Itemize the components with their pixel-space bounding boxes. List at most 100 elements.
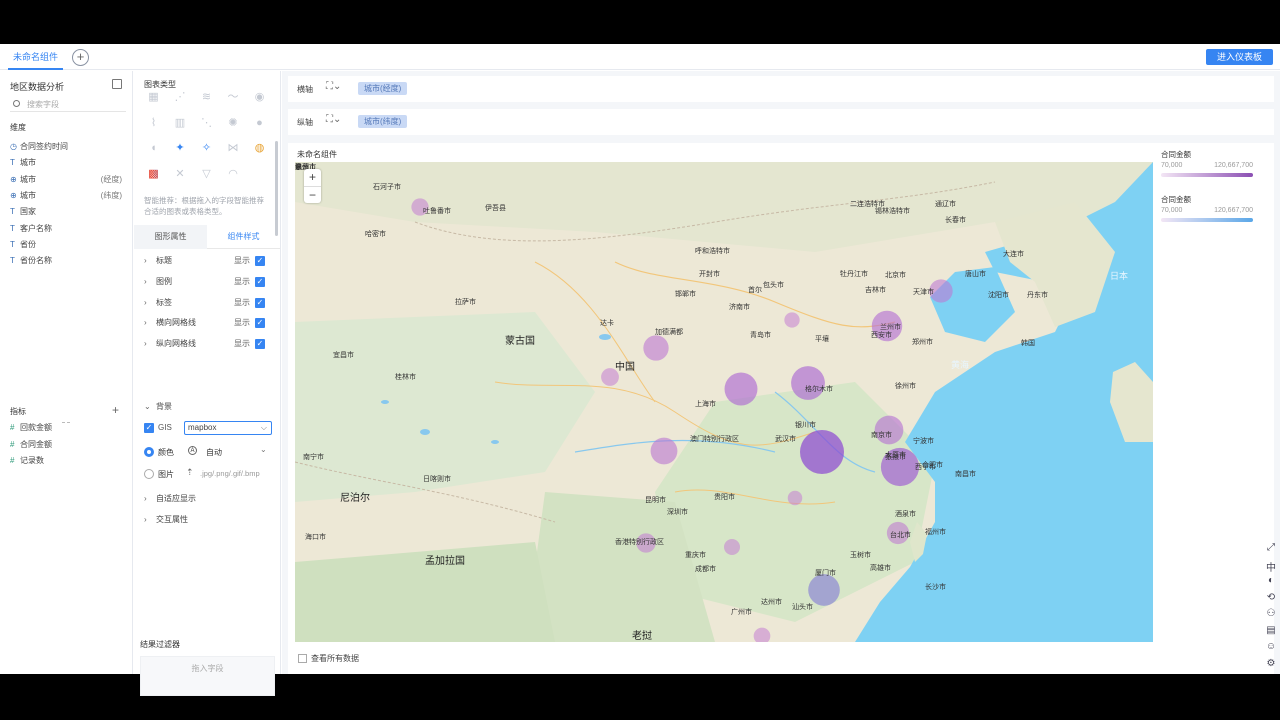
field-search[interactable]: 搜索字段 [10, 97, 126, 112]
rose-chart-icon[interactable]: ◖ [147, 142, 160, 155]
city-bubble[interactable] [650, 437, 678, 465]
tab-shape-props[interactable]: 图形属性 [134, 225, 207, 249]
heat-map-icon[interactable]: ◍ [253, 142, 266, 155]
city-bubble[interactable] [800, 430, 844, 474]
language-icon[interactable]: 中 [1265, 559, 1277, 574]
gauge-chart-icon[interactable]: ◠ [227, 168, 240, 181]
prop-checkbox[interactable]: ✓ [255, 256, 265, 266]
copy-icon[interactable] [112, 79, 122, 89]
settings-icon[interactable]: ⚙ [1265, 658, 1277, 672]
filter-dropzone[interactable]: 拖入字段 [140, 656, 275, 696]
upload-icon[interactable]: ⇡ [186, 467, 194, 478]
background-section[interactable]: ⌄ 背景 [144, 400, 270, 414]
theme-icon[interactable]: ◐ [1265, 575, 1277, 589]
dimension-field[interactable]: T 城市 [10, 157, 128, 169]
refresh-icon[interactable]: ⟲ [1265, 592, 1277, 606]
city-bubble[interactable] [724, 372, 758, 406]
expand-icon[interactable]: ⤢ [1265, 542, 1277, 556]
image-radio[interactable] [144, 469, 154, 479]
enter-dashboard-button[interactable]: 进入仪表板 [1206, 49, 1273, 65]
adaptive-section[interactable]: › 自适应显示 [144, 492, 270, 506]
city-bubble[interactable] [643, 335, 669, 361]
table-chart-icon[interactable]: ▦ [147, 91, 160, 104]
map-label: 合肥市 [922, 462, 943, 469]
map-flow-icon[interactable]: ⋈ [227, 142, 240, 155]
tab-component[interactable]: 未命名组件 [8, 44, 64, 70]
bar-chart-icon[interactable]: ⋰ [174, 91, 187, 104]
map-label: 南昌市 [955, 471, 976, 478]
color-dropdown-icon[interactable]: ⌄ [260, 445, 267, 454]
color-radio[interactable] [144, 447, 154, 457]
user-icon[interactable]: ⚇ [1265, 608, 1277, 622]
gis-select[interactable]: mapbox ⌵ [184, 421, 272, 435]
interaction-section[interactable]: › 交互属性 [144, 513, 270, 527]
color-value[interactable]: 自动 [206, 447, 222, 458]
funnel-chart-icon[interactable]: ▽ [200, 168, 213, 181]
prop-state: 显示 [234, 276, 250, 286]
scatter-chart-icon[interactable]: ⋱ [200, 117, 213, 130]
style-prop-row[interactable]: › 图例 显示 ✓ [144, 275, 270, 289]
x-axis-row: 横轴 ⛶⌄ 城市(经度) [288, 76, 1274, 102]
city-bubble[interactable] [723, 538, 741, 556]
prop-checkbox[interactable]: ✓ [255, 276, 265, 287]
funnel-chart-icon[interactable]: ✕ [174, 168, 187, 181]
column-chart-icon[interactable]: ▥ [174, 117, 187, 130]
style-prop-row[interactable]: › 横向网格线 显示 ✓ [144, 316, 270, 330]
field-suffix: (纬度) [100, 190, 122, 200]
map-label: 拉萨市 [455, 299, 476, 306]
bubble-chart-icon[interactable]: ✺ [227, 117, 240, 130]
prop-checkbox[interactable]: ✓ [255, 318, 265, 329]
gis-checkbox[interactable]: ✓ [144, 423, 154, 433]
measure-field[interactable]: # 回款金额 [10, 422, 128, 434]
measure-field[interactable]: # 合同金额 [10, 439, 128, 451]
gis-map[interactable]: 中国 蒙古国 尼泊尔 孟加拉国 老挝 韩国 黄海 日本 吐鲁番市 伊吾县 哈密市 石河子市 二连浩特市锡… [295, 162, 1153, 642]
measure-field[interactable]: # 记录数 [10, 455, 128, 467]
multi-line-icon[interactable]: ⌇ [147, 117, 160, 130]
x-axis-field-pill[interactable]: 城市(经度) [358, 82, 408, 95]
dimension-field[interactable]: T 省份 [10, 239, 128, 251]
axis-type-icon[interactable]: ⛶⌄ [326, 81, 342, 95]
dimension-field[interactable]: ⊕ 城市 (经度) [10, 174, 128, 186]
area-chart-icon[interactable]: ≋ [200, 91, 213, 104]
map-label: 首尔 [748, 287, 762, 294]
emoji-icon[interactable]: ☺ [1265, 641, 1277, 655]
field-suffix: (经度) [100, 174, 122, 184]
axis-type-icon[interactable]: ⛶⌄ [326, 114, 342, 128]
line-chart-icon[interactable]: 〜 [227, 91, 240, 104]
y-axis-field-pill[interactable]: 城市(纬度) [358, 115, 408, 128]
text-icon: T [10, 223, 15, 233]
see-all-data[interactable]: 查看所有数据 [298, 653, 359, 664]
see-all-checkbox[interactable] [298, 654, 307, 664]
zoom-in-button[interactable]: + [304, 169, 321, 186]
tab-component-style[interactable]: 组件样式 [207, 225, 280, 249]
dimension-field[interactable]: ⊕ 城市 (纬度) [10, 190, 128, 202]
dimension-field[interactable]: T 省份名称 [10, 255, 128, 267]
city-bubble[interactable] [784, 312, 800, 328]
style-prop-row[interactable]: › 标题 显示 ✓ [144, 254, 270, 268]
prop-checkbox[interactable]: ✓ [255, 297, 265, 308]
add-tab-button[interactable]: + [72, 49, 89, 66]
radar-chart-icon[interactable]: ◉ [253, 91, 266, 104]
zoom-out-button[interactable]: − [304, 186, 321, 203]
dimension-field[interactable]: T 国家 [10, 206, 128, 218]
city-bubble[interactable] [753, 627, 771, 642]
style-prop-row[interactable]: › 纵向网格线 显示 ✓ [144, 337, 270, 351]
dimension-field[interactable]: ◷ 合同签约时间 [10, 141, 128, 153]
pie-chart-icon[interactable]: ● [253, 117, 266, 130]
search-input[interactable]: 搜索字段 [27, 99, 59, 110]
field-label: 合同签约时间 [20, 142, 68, 151]
city-bubble[interactable] [787, 490, 803, 506]
map-region-icon[interactable]: ✦ [174, 142, 187, 155]
dimension-field[interactable]: T 客户名称 [10, 223, 128, 235]
treemap-icon[interactable]: ▩ [147, 168, 160, 181]
keyboard-icon[interactable]: ▤ [1265, 625, 1277, 639]
smart-hint: 智能推荐：根据拖入的字段智能推荐合适的图表或表格类型。 [144, 196, 264, 216]
prop-checkbox[interactable]: ✓ [255, 339, 265, 350]
hash-icon: # [10, 439, 15, 449]
map-label: 老挝 [632, 631, 652, 642]
map-point-icon[interactable]: ✧ [200, 142, 213, 155]
style-prop-row[interactable]: › 标签 显示 ✓ [144, 296, 270, 310]
chart-pane-scrollbar[interactable] [275, 141, 278, 236]
city-bubble[interactable] [791, 366, 825, 400]
add-measure-icon[interactable]: + [112, 403, 119, 417]
